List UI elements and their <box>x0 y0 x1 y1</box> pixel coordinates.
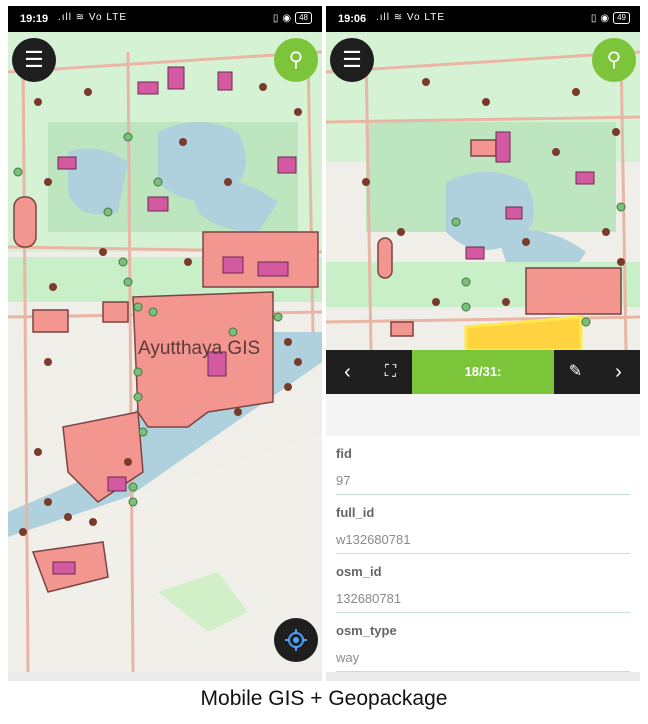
field-value[interactable]: way <box>336 638 630 672</box>
field-label: osm_id <box>336 564 382 579</box>
expand-icon[interactable]: ⛶ <box>369 350 412 394</box>
feature-counter: 18/31: <box>412 350 554 394</box>
search-button[interactable]: ⚲ <box>274 38 318 82</box>
location-icon: ◉ <box>600 12 610 24</box>
field-value[interactable]: w132680781 <box>336 520 630 554</box>
search-button[interactable]: ⚲ <box>592 38 636 82</box>
status-bar: 19:06 .ıll ≋ Vo LTE ▯ ◉ 49 <box>326 6 640 32</box>
previous-feature-button[interactable]: ‹ <box>326 350 369 394</box>
menu-icon: ☰ <box>342 47 362 72</box>
attribute-form: fid 97 full_id w132680781 osm_id 1326807… <box>326 394 640 697</box>
status-bar: 19:19 .ıll ≋ Vo LTE ▯ ◉ 48 <box>8 6 322 32</box>
battery-icon: 48 <box>295 12 312 24</box>
status-time: 19:19 <box>20 13 49 25</box>
search-icon: ⚲ <box>288 49 304 71</box>
field-full-id: full_id w132680781 <box>326 495 640 554</box>
figure-caption: Mobile GIS + Geopackage <box>0 681 648 717</box>
locate-button[interactable] <box>274 618 318 662</box>
field-osm-id: osm_id 132680781 <box>326 554 640 613</box>
menu-icon: ☰ <box>24 47 44 72</box>
location-icon: ◉ <box>282 12 292 24</box>
left-phone-screen: 19:19 .ıll ≋ Vo LTE ▯ ◉ 48 Ayutthaya GIS… <box>8 6 322 698</box>
status-time: 19:06 <box>338 13 367 25</box>
field-value[interactable]: 132680781 <box>336 579 630 613</box>
battery-icon: 49 <box>613 12 630 24</box>
edit-icon[interactable]: ✎ <box>554 350 597 394</box>
map-watermark-label: Ayutthaya GIS <box>138 338 261 359</box>
attribute-toolbar: ‹ ⛶ 18/31: ✎ › <box>326 350 640 394</box>
right-phone-screen: 19:06 .ıll ≋ Vo LTE ▯ ◉ 49 ☰ ⚲ ‹ ⛶ 18/31… <box>326 6 640 698</box>
signal-icon: .ıll ≋ Vo LTE <box>58 12 127 23</box>
vibrate-icon: ▯ <box>272 12 279 24</box>
field-value[interactable]: 97 <box>336 461 630 495</box>
field-fid: fid 97 <box>326 436 640 495</box>
field-label: fid <box>336 446 352 461</box>
status-right: ▯ ◉ 49 <box>591 12 630 24</box>
map-view[interactable] <box>326 32 640 350</box>
status-right: ▯ ◉ 48 <box>273 12 312 24</box>
crosshair-icon <box>285 629 307 651</box>
field-osm-type: osm_type way <box>326 613 640 672</box>
menu-button[interactable]: ☰ <box>330 38 374 82</box>
field-label: osm_type <box>336 623 397 638</box>
vibrate-icon: ▯ <box>590 12 597 24</box>
next-feature-button[interactable]: › <box>597 350 640 394</box>
field-label: full_id <box>336 505 375 520</box>
search-icon: ⚲ <box>606 49 622 71</box>
menu-button[interactable]: ☰ <box>12 38 56 82</box>
signal-icon: .ıll ≋ Vo LTE <box>376 12 445 23</box>
form-header-spacer <box>326 394 640 436</box>
